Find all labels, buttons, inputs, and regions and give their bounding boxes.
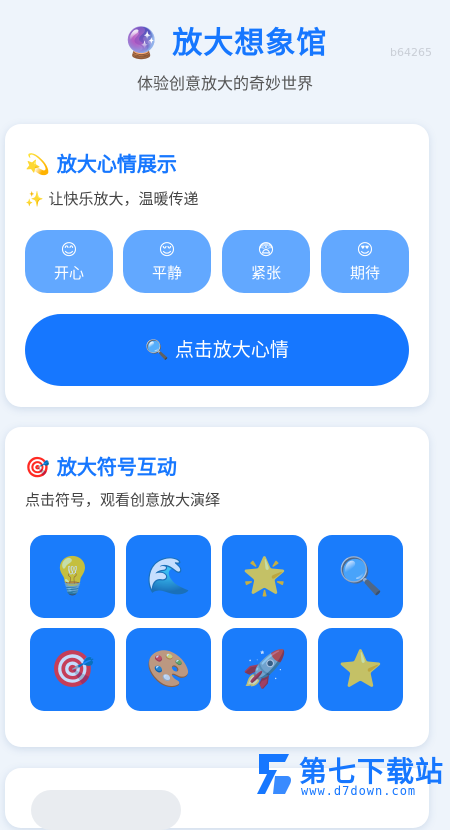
mood-button-happy[interactable]: 😊 开心 bbox=[25, 230, 113, 293]
rocket-icon: 🚀 bbox=[242, 649, 287, 690]
target-icon: 🎯 bbox=[50, 649, 95, 690]
page-title-text: 放大想象馆 bbox=[172, 26, 328, 61]
symbol-tile-star[interactable]: ⭐ bbox=[318, 628, 403, 711]
mood-card-subtitle-text: 让快乐放大，温暖传递 bbox=[48, 190, 199, 208]
symbol-card-subtitle: 点击符号，观看创意放大演绎 bbox=[25, 491, 221, 509]
symbol-card: 🎯 放大符号互动 点击符号，观看创意放大演绎 💡 🌊 🌟 🔍 🎯 🎨 🚀 ⭐ bbox=[5, 427, 429, 747]
symbol-tile-magnifier[interactable]: 🔍 bbox=[318, 535, 403, 618]
symbol-tile-palette[interactable]: 🎨 bbox=[126, 628, 211, 711]
lightbulb-icon: 💡 bbox=[50, 556, 95, 597]
watermark-id: b64265 bbox=[390, 46, 432, 59]
next-card-pill bbox=[31, 790, 181, 830]
symbol-card-title-text: 放大符号互动 bbox=[56, 455, 177, 479]
heart-eyes-icon: 😍 bbox=[356, 240, 374, 259]
page-title: 🔮 放大想象馆 bbox=[0, 18, 450, 62]
symbol-tile-rocket[interactable]: 🚀 bbox=[222, 628, 307, 711]
mood-label: 开心 bbox=[53, 264, 84, 282]
mood-button-expectant[interactable]: 😍 期待 bbox=[321, 230, 409, 293]
mood-card-title-text: 放大心情展示 bbox=[56, 152, 177, 176]
palette-icon: 🎨 bbox=[146, 649, 191, 690]
symbol-tile-wave[interactable]: 🌊 bbox=[126, 535, 211, 618]
smile-icon: 😊 bbox=[60, 240, 78, 259]
mood-label: 期待 bbox=[349, 264, 380, 282]
site-logo-url: www.d7down.com bbox=[301, 784, 417, 798]
target-icon: 🎯 bbox=[25, 455, 50, 479]
relieved-face-icon: 😌 bbox=[158, 240, 176, 259]
site-logo: 第七下载站 www.d7down.com bbox=[255, 748, 450, 800]
star-icon: ⭐ bbox=[338, 649, 383, 690]
fearful-face-icon: 😨 bbox=[257, 240, 275, 259]
enlarge-mood-button-label: 点击放大心情 bbox=[174, 339, 289, 361]
page-subtitle: 体验创意放大的奇妙世界 bbox=[136, 74, 313, 93]
dizzy-icon: 💫 bbox=[25, 152, 50, 176]
symbol-card-title: 🎯 放大符号互动 bbox=[25, 451, 177, 480]
crystal-ball-icon: 🔮 bbox=[122, 26, 161, 61]
mood-card-subtitle: ✨ 让快乐放大，温暖传递 bbox=[25, 188, 198, 209]
mood-card-title: 💫 放大心情展示 bbox=[25, 148, 177, 177]
magnifier-icon: 🔍 bbox=[145, 339, 169, 361]
site-logo-icon bbox=[257, 754, 291, 794]
sparkles-icon: ✨ bbox=[25, 190, 44, 208]
symbol-tile-lightbulb[interactable]: 💡 bbox=[30, 535, 115, 618]
wave-icon: 🌊 bbox=[146, 556, 191, 597]
enlarge-mood-button[interactable]: 🔍 点击放大心情 bbox=[25, 314, 409, 386]
magnifier-icon: 🔍 bbox=[338, 556, 383, 597]
symbol-tile-glowing-star[interactable]: 🌟 bbox=[222, 535, 307, 618]
glowing-star-icon: 🌟 bbox=[242, 556, 287, 597]
mood-button-nervous[interactable]: 😨 紧张 bbox=[222, 230, 310, 293]
mood-label: 紧张 bbox=[250, 264, 281, 282]
mood-label: 平静 bbox=[151, 264, 182, 282]
mood-card: 💫 放大心情展示 ✨ 让快乐放大，温暖传递 😊 开心 😌 平静 😨 紧张 😍 期… bbox=[5, 124, 429, 407]
app-header: 🔮 放大想象馆 体验创意放大的奇妙世界 b64265 bbox=[0, 0, 450, 110]
symbol-tile-target[interactable]: 🎯 bbox=[30, 628, 115, 711]
mood-options: 😊 开心 😌 平静 😨 紧张 😍 期待 bbox=[25, 230, 409, 293]
mood-button-calm[interactable]: 😌 平静 bbox=[123, 230, 211, 293]
symbol-grid: 💡 🌊 🌟 🔍 🎯 🎨 🚀 ⭐ bbox=[30, 535, 410, 713]
